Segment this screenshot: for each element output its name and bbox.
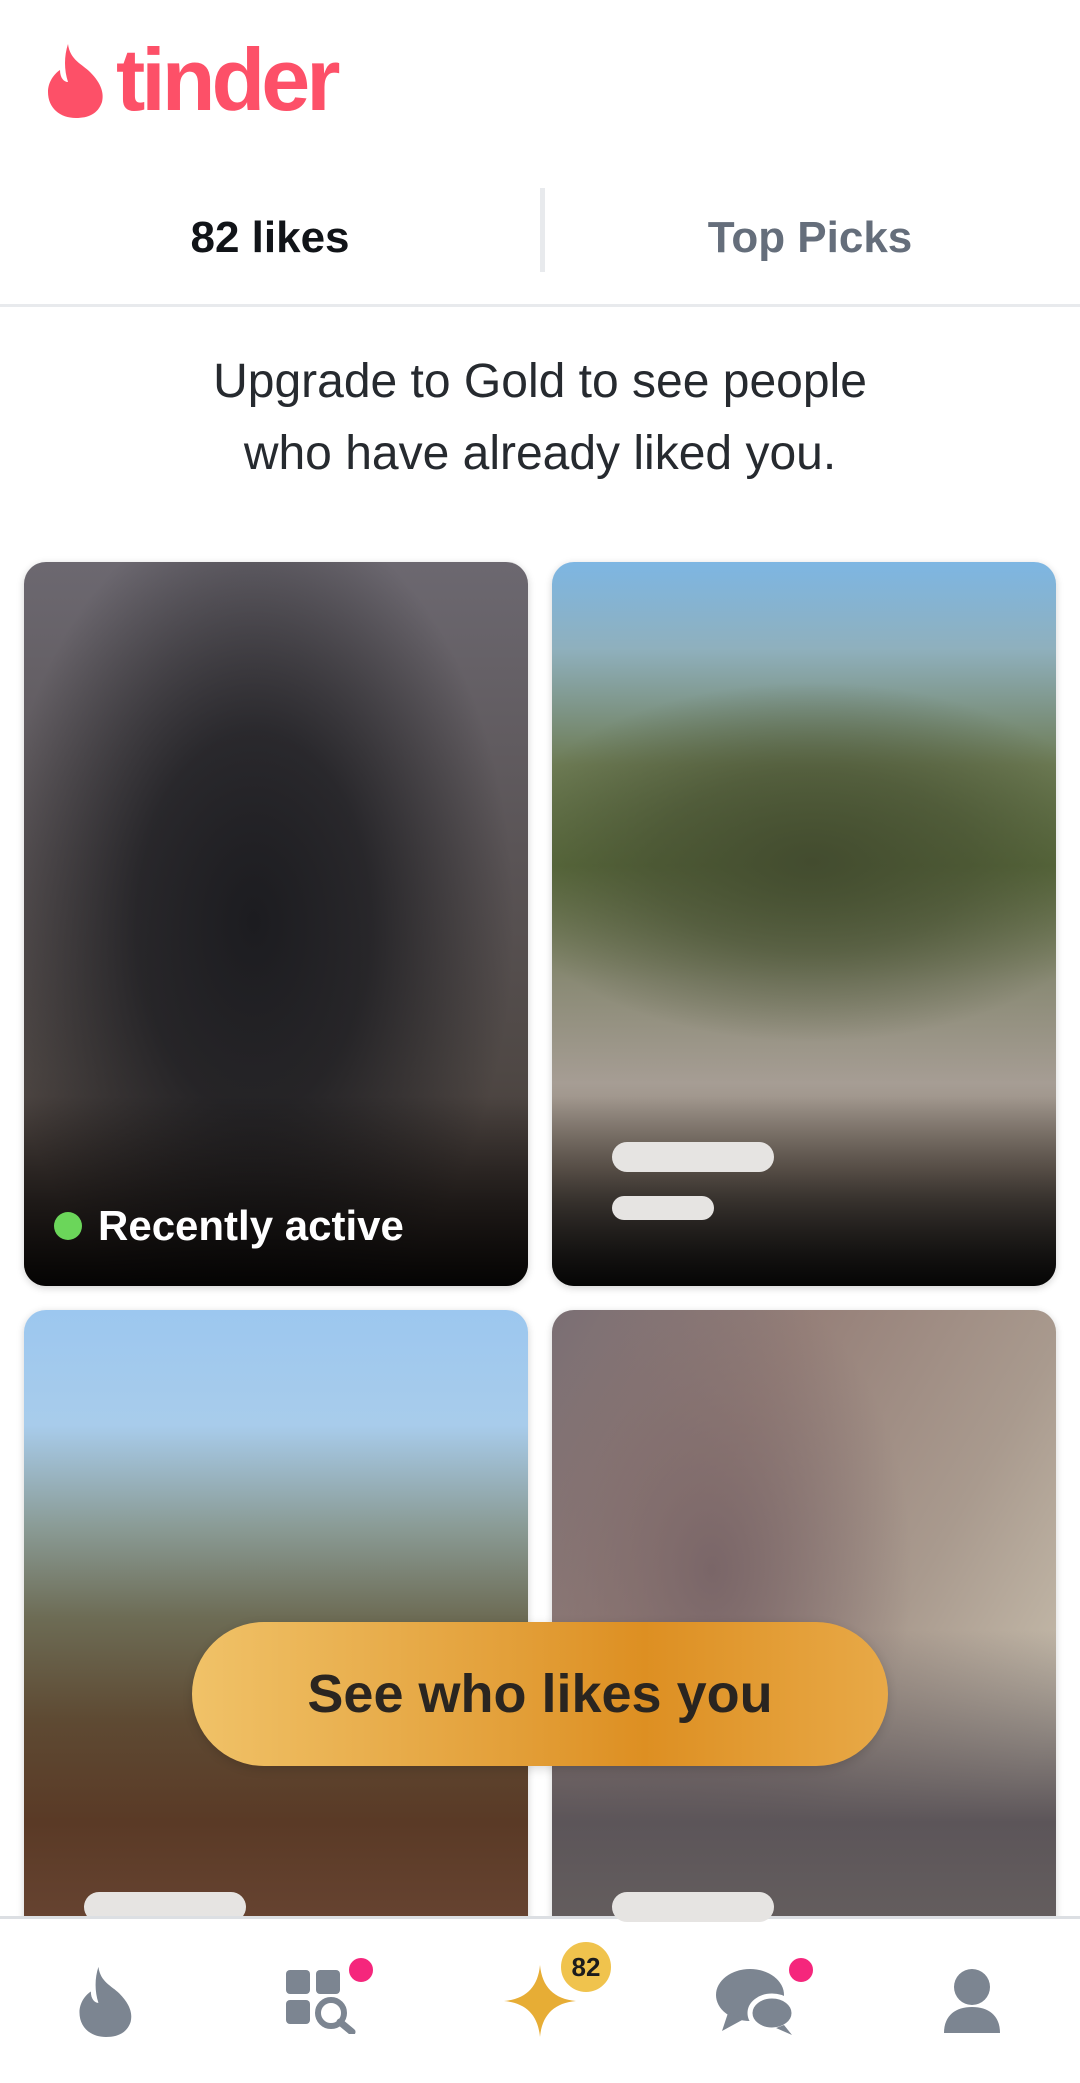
profile-icon [944,1969,1000,2033]
like-card[interactable] [552,562,1056,1286]
messages-notification-dot [786,1955,816,1985]
nav-messages[interactable] [686,1919,826,2083]
upgrade-message-line2: who have already liked you. [243,427,837,480]
flame-logo-icon [48,44,103,118]
nav-profile[interactable] [902,1919,1042,2083]
nav-swipe[interactable] [36,1919,176,2083]
chat-icon [716,1969,797,2035]
likes-count-badge: 82 [558,1939,614,1995]
bottom-nav: 82 [0,1916,1080,2083]
tab-likes[interactable]: 82 likes [0,178,540,298]
logo-wordmark: tinder [116,30,340,129]
see-who-likes-you-button[interactable]: See who likes you [192,1622,888,1766]
recently-active-label: Recently active [98,1202,404,1249]
active-dot-icon [54,1212,82,1240]
nav-explore[interactable] [252,1919,392,2083]
tinder-logo: tinder [46,30,340,129]
info-placeholder [612,1196,714,1220]
like-card[interactable]: Recently active [24,562,528,1286]
tab-bar: 82 likes Top Picks [0,178,1080,307]
name-placeholder [612,1142,774,1172]
nav-likes[interactable]: 82 [470,1919,614,2083]
header: tinder [0,0,1080,160]
explore-notification-dot [346,1955,376,1985]
card-gradient [24,1096,528,1286]
card-gradient [552,1096,1056,1286]
recently-active-indicator: Recently active [54,1202,404,1250]
flame-icon [79,1966,132,2037]
tab-top-picks[interactable]: Top Picks [540,178,1080,298]
upgrade-message: Upgrade to Gold to see people who have a… [0,346,1080,490]
upgrade-message-line1: Upgrade to Gold to see people [213,355,867,408]
name-placeholder [612,1892,774,1922]
